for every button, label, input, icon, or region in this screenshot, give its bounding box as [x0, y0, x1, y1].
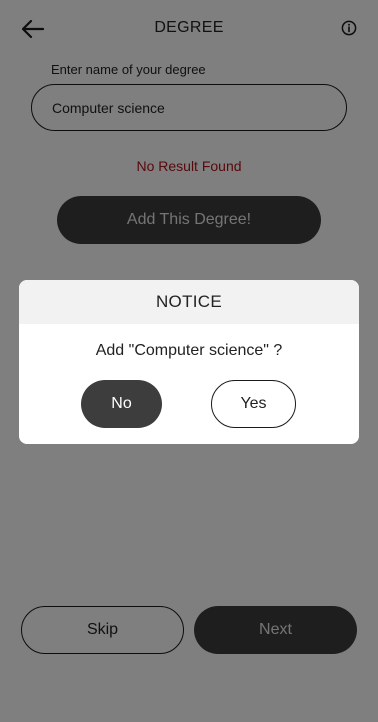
dialog-message: Add "Computer science" ?: [95, 342, 283, 359]
notice-dialog: NOTICE Add "Computer science" ? No Yes: [19, 280, 359, 444]
dialog-title: NOTICE: [19, 280, 359, 324]
dialog-no-button[interactable]: No: [81, 380, 162, 428]
dialog-yes-button[interactable]: Yes: [211, 380, 296, 428]
